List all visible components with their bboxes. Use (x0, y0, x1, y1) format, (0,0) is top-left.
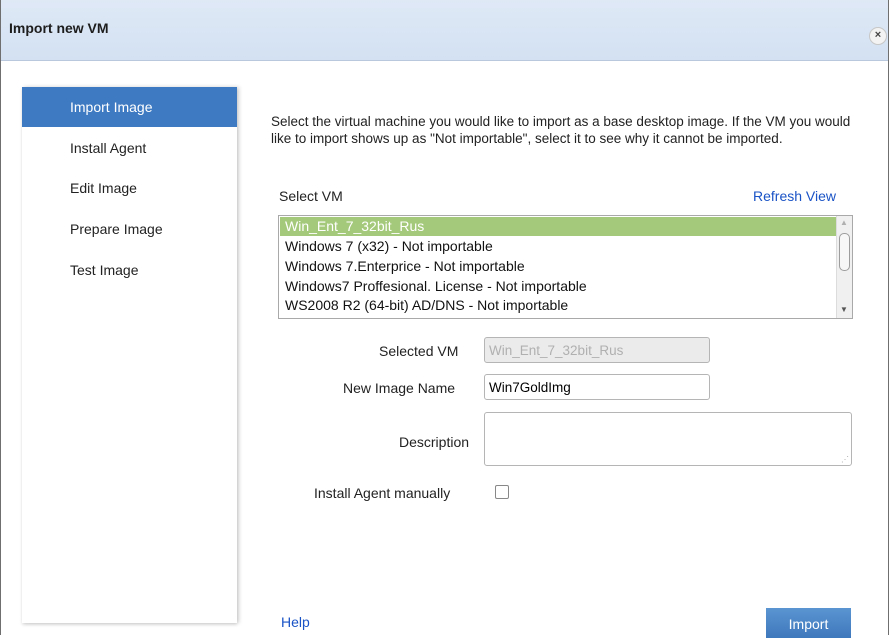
vm-list-item[interactable]: Windows 7.Enterprice - Not importable (280, 257, 837, 276)
sidebar-item-prepare-image[interactable]: Prepare Image (22, 209, 237, 249)
close-icon[interactable]: × (869, 27, 887, 45)
dialog-title: Import new VM (9, 20, 109, 36)
sidebar-item-install-agent[interactable]: Install Agent (22, 128, 237, 168)
scroll-up-icon[interactable]: ▲ (840, 218, 848, 227)
dialog-titlebar: Import new VM × (1, 0, 888, 61)
scroll-thumb[interactable] (839, 233, 850, 271)
resize-grip-icon[interactable]: ⋰ (841, 455, 849, 464)
vm-list-scrollbar[interactable]: ▲ ▼ (836, 216, 852, 318)
scroll-down-icon[interactable]: ▼ (840, 305, 848, 314)
intro-text: Select the virtual machine you would lik… (271, 114, 851, 146)
description-label: Description (399, 434, 470, 450)
wizard-sidebar: Import Image Install Agent Edit Image Pr… (22, 87, 237, 623)
import-button[interactable]: Import (766, 608, 851, 638)
refresh-view-link[interactable]: Refresh View (753, 188, 836, 204)
vm-list-item[interactable]: Windows7 Proffesional. License - Not imp… (280, 277, 837, 296)
install-agent-manually-label: Install Agent manually (314, 485, 451, 501)
sidebar-item-import-image[interactable]: Import Image (22, 87, 237, 127)
vm-list-item[interactable]: WS2008 R2 (64-bit) AD/DNS - Not importab… (280, 296, 837, 315)
help-link[interactable]: Help (281, 614, 310, 630)
new-image-name-input[interactable] (484, 374, 710, 400)
vm-list-item[interactable]: Windows 7 (x32) - Not importable (280, 237, 837, 256)
install-agent-manually-checkbox[interactable] (495, 485, 509, 499)
vm-listbox[interactable]: Win_Ent_7_32bit_Rus Windows 7 (x32) - No… (278, 215, 853, 319)
vm-list-item[interactable]: Win_Ent_7_32bit_Rus (280, 217, 837, 236)
sidebar-item-edit-image[interactable]: Edit Image (22, 168, 237, 208)
select-vm-label: Select VM (279, 188, 343, 204)
selected-vm-label: Selected VM (379, 343, 459, 359)
selected-vm-field (484, 337, 710, 363)
description-textarea[interactable] (484, 412, 852, 466)
import-vm-dialog: Import new VM × Import Image Install Age… (0, 0, 889, 638)
new-image-name-label: New Image Name (343, 380, 456, 396)
sidebar-item-test-image[interactable]: Test Image (22, 250, 237, 290)
